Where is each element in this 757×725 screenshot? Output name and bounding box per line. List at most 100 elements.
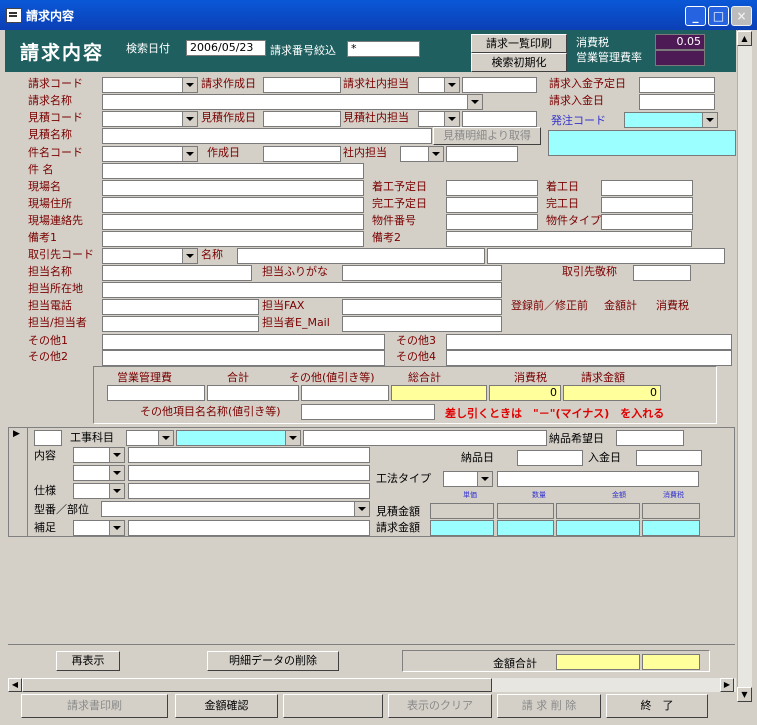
vertical-scrollbar[interactable] xyxy=(737,30,752,702)
detail-no-input[interactable] xyxy=(34,430,62,446)
number-filter-input[interactable]: * xyxy=(347,41,420,57)
site-address-input[interactable] xyxy=(102,197,364,213)
billing-staff-name[interactable] xyxy=(462,77,537,93)
billing-amount-input[interactable]: 0 xyxy=(563,385,661,401)
note2-input[interactable] xyxy=(446,231,692,247)
record-selector[interactable] xyxy=(8,427,28,537)
chevron-down-icon[interactable] xyxy=(109,484,124,498)
blank-button[interactable] xyxy=(283,694,383,718)
method-type-combo[interactable] xyxy=(443,471,493,487)
chevron-down-icon[interactable] xyxy=(444,112,459,126)
site-name-input[interactable] xyxy=(102,180,364,196)
print-invoice-button[interactable]: 請求書印刷 xyxy=(21,694,168,718)
site-contact-input[interactable] xyxy=(102,214,364,230)
property-type-input[interactable] xyxy=(601,214,693,230)
honorific-input[interactable] xyxy=(633,265,691,281)
client-code-combo[interactable] xyxy=(102,248,198,264)
estimate-name-input[interactable] xyxy=(102,128,432,144)
contact-name-input[interactable] xyxy=(102,265,252,281)
subject-input[interactable] xyxy=(102,163,364,179)
billing-tax[interactable] xyxy=(642,520,700,536)
delivery-date-input[interactable] xyxy=(517,450,583,466)
content-combo-2[interactable] xyxy=(73,465,125,481)
search-date-input[interactable]: 2006/05/23 xyxy=(186,40,266,56)
order-info-field[interactable] xyxy=(548,130,736,156)
internal-staff-name[interactable] xyxy=(446,146,518,162)
other2-input[interactable] xyxy=(102,350,385,366)
print-list-button[interactable]: 請求一覧印刷 xyxy=(471,34,567,53)
contact-kana-input[interactable] xyxy=(342,265,502,281)
subject-code-combo[interactable] xyxy=(102,146,198,162)
other1-input[interactable] xyxy=(102,334,385,350)
method-type-input[interactable] xyxy=(497,471,699,487)
work-category-name[interactable] xyxy=(176,430,301,446)
chevron-down-icon[interactable] xyxy=(444,78,459,92)
other4-input[interactable] xyxy=(446,350,732,366)
chevron-down-icon[interactable] xyxy=(109,521,124,535)
created-input[interactable] xyxy=(263,146,341,162)
exit-button[interactable]: 終 了 xyxy=(606,694,708,718)
delete-billing-button[interactable]: 請 求 削 除 xyxy=(497,694,601,718)
spec-input[interactable] xyxy=(128,483,370,499)
finish-plan-input[interactable] xyxy=(446,197,538,213)
contact-address-input[interactable] xyxy=(102,282,502,298)
supplement-input[interactable] xyxy=(128,520,370,536)
sum-input[interactable] xyxy=(207,385,299,401)
client-name-extra[interactable] xyxy=(487,248,725,264)
billing-created-input[interactable] xyxy=(263,77,341,93)
chevron-down-icon[interactable] xyxy=(477,472,492,486)
other-discount-input[interactable] xyxy=(301,385,389,401)
maximize-icon[interactable]: □ xyxy=(708,6,729,26)
close-icon[interactable]: × xyxy=(731,6,752,26)
redisplay-button[interactable]: 再表示 xyxy=(56,651,120,671)
chevron-down-icon[interactable] xyxy=(182,112,197,126)
internal-staff-combo[interactable] xyxy=(400,146,444,162)
scroll-right-icon[interactable]: ▶ xyxy=(720,678,734,692)
contact-person-input[interactable] xyxy=(102,316,259,332)
billing-code-combo[interactable] xyxy=(102,77,198,93)
chevron-down-icon[interactable] xyxy=(467,95,482,109)
reset-search-button[interactable]: 検索初期化 xyxy=(471,53,567,72)
other-item-name-input[interactable] xyxy=(301,404,435,420)
desired-delivery-input[interactable] xyxy=(616,430,684,446)
chevron-down-icon[interactable] xyxy=(182,147,197,161)
content-input-2[interactable] xyxy=(128,465,370,481)
estimate-quantity[interactable] xyxy=(497,503,554,519)
tax-rate-field[interactable]: 0.05 xyxy=(655,34,705,50)
content-combo-1[interactable] xyxy=(73,447,125,463)
grand-total-input[interactable] xyxy=(391,385,487,401)
fetch-from-estimate-button[interactable]: 見積明細より取得 xyxy=(433,127,541,145)
confirm-amount-button[interactable]: 金額確認 xyxy=(175,694,278,718)
estimate-amount[interactable] xyxy=(556,503,640,519)
contact-email-input[interactable] xyxy=(342,316,502,332)
chevron-down-icon[interactable] xyxy=(182,78,197,92)
client-name-input[interactable] xyxy=(237,248,485,264)
chevron-down-icon[interactable] xyxy=(158,431,173,445)
tax-total-field[interactable] xyxy=(642,654,700,670)
start-plan-input[interactable] xyxy=(446,180,538,196)
estimate-staff-name[interactable] xyxy=(462,111,537,127)
estimate-code-combo[interactable] xyxy=(102,111,198,127)
totals-tax-input[interactable]: 0 xyxy=(489,385,561,401)
chevron-down-icon[interactable] xyxy=(285,431,300,445)
billing-staff-combo[interactable] xyxy=(418,77,460,93)
billing-name-combo[interactable] xyxy=(102,94,483,110)
other3-input[interactable] xyxy=(446,334,732,350)
scroll-up-icon[interactable]: ▲ xyxy=(737,31,752,46)
horizontal-scroll-thumb[interactable] xyxy=(22,678,492,692)
payment-due-input[interactable] xyxy=(639,77,715,93)
minimize-icon[interactable]: _ xyxy=(685,6,706,26)
estimate-created-input[interactable] xyxy=(263,111,341,127)
resize-grip-icon[interactable] xyxy=(735,706,753,724)
mgmt-rate-field[interactable] xyxy=(655,50,705,66)
supplement-combo[interactable] xyxy=(73,520,125,536)
work-category-desc[interactable] xyxy=(303,430,547,446)
note1-input[interactable] xyxy=(102,231,364,247)
billing-unit-price[interactable] xyxy=(430,520,494,536)
clear-display-button[interactable]: 表示のクリア xyxy=(388,694,492,718)
amount-total-field[interactable] xyxy=(556,654,640,670)
content-input-1[interactable] xyxy=(128,447,370,463)
chevron-down-icon[interactable] xyxy=(182,249,197,263)
finish-date-input[interactable] xyxy=(601,197,693,213)
billing-quantity[interactable] xyxy=(497,520,554,536)
